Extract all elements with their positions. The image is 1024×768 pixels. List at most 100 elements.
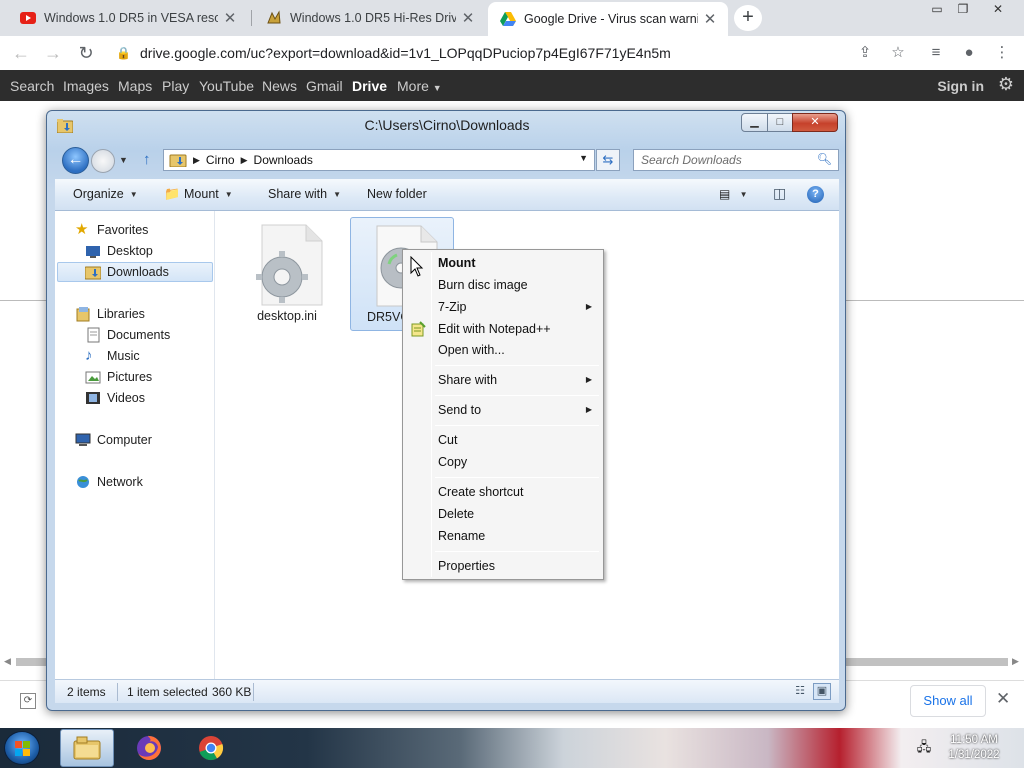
preview-pane-icon[interactable]: ◫ (773, 185, 786, 202)
breadcrumb-cirno[interactable]: Cirno (206, 153, 235, 167)
taskbar-chrome-button[interactable] (184, 729, 238, 767)
nav-libraries[interactable]: Libraries (75, 304, 145, 324)
help-icon[interactable]: ? (807, 186, 824, 203)
media-control-icon[interactable]: ≡ (925, 42, 947, 64)
close-tab-icon[interactable]: ✕ (460, 9, 476, 27)
google-nav-youtube[interactable]: YouTube (199, 78, 254, 94)
close-tab-icon[interactable]: ✕ (702, 10, 718, 28)
menu-item-cut[interactable]: Cut (406, 429, 600, 451)
google-nav-news[interactable]: News (262, 78, 297, 94)
google-nav-search[interactable]: Search (10, 78, 54, 94)
system-clock[interactable]: 11:50 AM 1/31/2022 (944, 733, 1004, 763)
back-button[interactable]: ← (62, 147, 89, 174)
nav-documents[interactable]: Documents (85, 325, 170, 345)
menu-item-copy[interactable]: Copy (406, 451, 600, 473)
refresh-icon[interactable]: ⇆ (596, 149, 620, 171)
gear-icon[interactable]: ⚙ (998, 74, 1014, 95)
google-nav-drive[interactable]: Drive (352, 78, 387, 94)
file-item-desktop-ini[interactable]: desktop.ini (235, 217, 339, 331)
browser-tab-betaarchive[interactable]: Windows 1.0 DR5 Hi-Res Drivers ✕ (254, 2, 486, 34)
large-icons-view-icon[interactable]: ▣ (813, 683, 831, 700)
chrome-icon (199, 736, 224, 761)
taskbar-explorer-button[interactable] (60, 729, 114, 767)
menu-item-open-with[interactable]: Open with... (406, 339, 600, 361)
address-bar[interactable]: 🔒 drive.google.com/uc?export=download&id… (106, 39, 916, 67)
address-breadcrumb-bar[interactable]: ▶ Cirno ▶ Downloads ▼ (163, 149, 595, 171)
menu-item-rename[interactable]: Rename (406, 525, 600, 547)
nav-pictures[interactable]: Pictures (85, 367, 152, 387)
nav-favorites[interactable]: ★ Favorites (75, 220, 148, 240)
menu-item-properties[interactable]: Properties (406, 555, 600, 577)
profile-avatar-icon[interactable]: ● (958, 42, 980, 64)
bookmark-star-icon[interactable]: ☆ (887, 42, 909, 64)
browser-close-button[interactable]: ✕ (983, 0, 1013, 18)
breadcrumb-separator-icon[interactable]: ▶ (193, 155, 200, 166)
menu-item-burn-disc-image[interactable]: Burn disc image (406, 274, 600, 296)
browser-restore-button[interactable]: ❐ (948, 0, 978, 18)
address-history-dropdown-icon[interactable]: ▼ (579, 153, 588, 163)
network-tray-icon[interactable]: 🖧 (914, 738, 934, 758)
mount-button[interactable]: Mount ▼ (184, 187, 233, 201)
google-nav-maps[interactable]: Maps (118, 78, 152, 94)
breadcrumb-separator-icon[interactable]: ▶ (241, 155, 248, 166)
nav-videos[interactable]: Videos (85, 388, 145, 408)
more-menu-icon[interactable]: ⋮ (991, 42, 1013, 64)
back-arrow-icon[interactable]: ← (8, 40, 34, 66)
close-tab-icon[interactable]: ✕ (222, 9, 238, 27)
close-button[interactable]: ✕ (792, 113, 838, 132)
lock-icon[interactable]: 🔒 (116, 46, 131, 60)
menu-item-delete[interactable]: Delete (406, 503, 600, 525)
settings-file-icon (256, 224, 323, 306)
browser-tab-google-drive[interactable]: Google Drive - Virus scan warnin ✕ (488, 2, 728, 36)
documents-icon (87, 327, 100, 343)
menu-item-send-to[interactable]: Send to ▶ (406, 399, 600, 421)
nav-network[interactable]: Network (75, 472, 143, 492)
nav-downloads[interactable]: Downloads (57, 262, 213, 282)
file-name[interactable]: desktop.ini (235, 309, 339, 323)
betaarchive-icon (267, 10, 281, 24)
search-input[interactable] (634, 150, 814, 170)
google-nav-gmail[interactable]: Gmail (306, 78, 343, 94)
google-nav-images[interactable]: Images (63, 78, 109, 94)
taskbar-firefox-button[interactable] (122, 729, 176, 767)
minimize-button[interactable]: ▁ (741, 113, 768, 132)
start-button[interactable] (4, 731, 40, 765)
share-with-button[interactable]: Share with ▼ (268, 187, 341, 201)
close-downloads-bar-icon[interactable]: ✕ (996, 689, 1010, 709)
breadcrumb-downloads[interactable]: Downloads (254, 153, 313, 167)
forward-arrow-icon[interactable]: → (40, 40, 66, 66)
menu-item-edit-with-notepad-plus-plus[interactable]: Edit with Notepad++ (406, 318, 600, 340)
search-box[interactable]: 🔍︎ (633, 149, 839, 171)
youtube-icon (20, 12, 36, 24)
new-folder-button[interactable]: New folder (367, 187, 427, 201)
organize-button[interactable]: Organize ▼ (73, 187, 138, 201)
search-icon[interactable]: 🔍︎ (817, 152, 832, 166)
menu-item-share-with[interactable]: Share with ▶ (406, 369, 600, 391)
download-file-icon[interactable]: ⟳ (20, 693, 36, 709)
reload-icon[interactable]: ↻ (73, 40, 99, 66)
nav-music[interactable]: ♪ Music (85, 346, 140, 366)
google-nav-play[interactable]: Play (162, 78, 189, 94)
up-arrow-icon[interactable]: ↑ (143, 151, 151, 168)
show-all-downloads-button[interactable]: Show all (910, 685, 986, 717)
forward-button[interactable] (91, 149, 115, 173)
nav-computer[interactable]: Computer (75, 430, 152, 450)
change-view-icon[interactable]: ▤ ▼ (719, 187, 748, 201)
google-nav-more[interactable]: More ▼ (397, 78, 442, 94)
selection-count: 1 item selected (127, 685, 208, 699)
menu-item-mount[interactable]: Mount (406, 252, 600, 274)
scroll-left-arrow-icon[interactable]: ◀ (4, 656, 11, 667)
nav-desktop[interactable]: Desktop (85, 241, 153, 261)
share-icon[interactable]: ⇪ (854, 42, 876, 64)
menu-item-create-shortcut[interactable]: Create shortcut (406, 481, 600, 503)
menu-separator (435, 425, 599, 426)
new-tab-button[interactable]: + (734, 5, 762, 31)
recent-pages-dropdown-icon[interactable]: ▼ (119, 155, 128, 165)
browser-tab-youtube[interactable]: Windows 1.0 DR5 in VESA resolu ✕ (8, 2, 248, 34)
maximize-button[interactable]: □ (767, 113, 793, 132)
menu-item-7zip[interactable]: 7-Zip ▶ (406, 296, 600, 318)
sign-in-link[interactable]: Sign in (937, 78, 984, 94)
details-view-icon[interactable]: ☷ (791, 683, 809, 700)
url-text[interactable]: drive.google.com/uc?export=download&id=1… (140, 45, 671, 61)
scroll-right-arrow-icon[interactable]: ▶ (1012, 656, 1019, 667)
